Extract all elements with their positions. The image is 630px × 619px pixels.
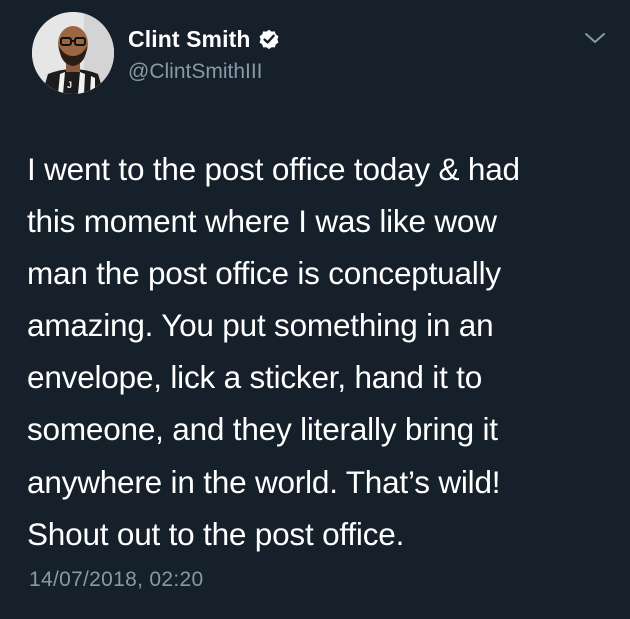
tweet-text-line: someone, and they literally bring it <box>27 411 498 448</box>
tweet-card: J Clint Smith @ClintSmithIII I went to t… <box>0 0 630 619</box>
avatar[interactable]: J <box>32 12 114 94</box>
tweet-text-line: amazing. You put something in an <box>27 307 494 344</box>
tweet-text-line: Shout out to the post office. <box>27 515 405 552</box>
svg-text:J: J <box>67 80 72 90</box>
tweet-text-line: this moment where I was like wow <box>27 203 497 240</box>
user-handle[interactable]: @ClintSmithIII <box>128 60 263 84</box>
verified-badge-icon <box>257 27 281 51</box>
tweet-text-line: envelope, lick a sticker, hand it to <box>27 359 483 396</box>
name-row: Clint Smith <box>128 24 281 54</box>
chevron-down-icon[interactable] <box>582 28 608 48</box>
tweet-text-line: anywhere in the world. That’s wild! <box>27 463 501 500</box>
tweet-text-line: I went to the post office today & had <box>27 151 520 187</box>
tweet-text: I went to the post office today & had th… <box>27 143 617 560</box>
tweet-timestamp[interactable]: 14/07/2018, 02:20 <box>29 568 203 592</box>
display-name[interactable]: Clint Smith <box>128 26 250 53</box>
tweet-text-line: man the post office is conceptually <box>27 255 501 292</box>
avatar-photo: J <box>32 12 114 94</box>
